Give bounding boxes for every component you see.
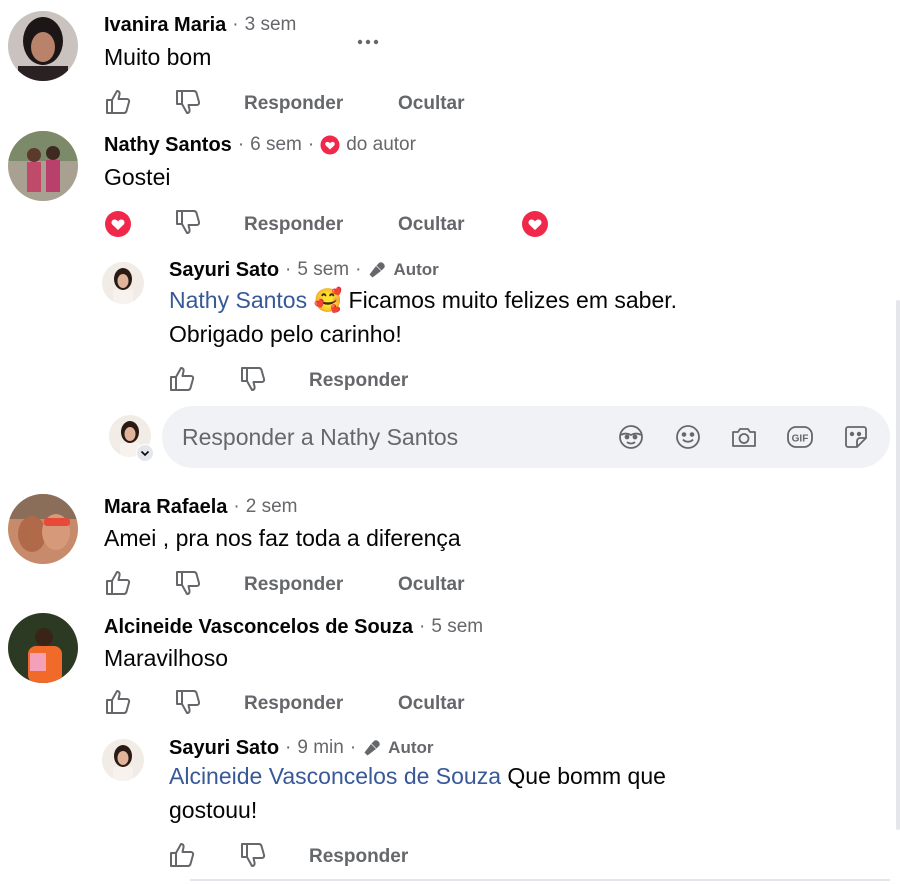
avatar-image [8, 494, 78, 564]
love-reaction-icon[interactable] [104, 210, 132, 238]
comment-text: Gostei [104, 164, 171, 190]
reply-header: Sayuri Sato · 9 min · Autor [169, 735, 434, 761]
author-role-badge: Autor [393, 260, 439, 279]
microphone-icon [362, 738, 382, 758]
reply-button[interactable]: Responder [244, 693, 343, 715]
dislike-icon[interactable] [239, 365, 267, 393]
avatar-sayuri-sato[interactable] [102, 739, 144, 781]
reply-button[interactable]: Responder [309, 846, 408, 868]
author-love-reaction-icon[interactable] [521, 210, 549, 238]
reply-text-line-1: Alcineide Vasconcelos de Souza Que bomm … [169, 763, 666, 790]
reply-input-box[interactable]: Responder a Nathy Santos GIF [162, 406, 890, 468]
comment-header: Mara Rafaela · 2 sem [104, 494, 297, 520]
comment-header: Ivanira Maria · 3 sem [104, 12, 296, 38]
comment-text: Muito bom [104, 44, 212, 70]
reply-button[interactable]: Responder [244, 214, 343, 236]
like-icon[interactable] [104, 88, 132, 116]
current-user-avatar[interactable] [108, 414, 154, 462]
avatar-mara-rafaela[interactable] [8, 494, 78, 564]
emoji-icon[interactable] [674, 423, 702, 451]
author-loved-badge: do autor [346, 134, 416, 155]
like-icon[interactable] [104, 688, 132, 716]
avatar-alcineide[interactable] [8, 613, 78, 683]
timestamp[interactable]: 5 sem [297, 259, 349, 281]
author-name[interactable]: Alcineide Vasconcelos de Souza [104, 616, 413, 639]
reply-button[interactable]: Responder [244, 574, 343, 596]
like-icon[interactable] [168, 841, 196, 869]
avatar-ivanira-maria[interactable] [8, 11, 78, 81]
divider [190, 879, 890, 881]
avatar-image [102, 262, 144, 304]
comment-text: Maravilhoso [104, 645, 228, 671]
author-name[interactable]: Sayuri Sato [169, 737, 279, 760]
dislike-icon[interactable] [174, 208, 202, 236]
like-icon[interactable] [168, 365, 196, 393]
dislike-icon[interactable] [174, 569, 202, 597]
timestamp[interactable]: 2 sem [246, 496, 298, 518]
author-name[interactable]: Mara Rafaela [104, 496, 227, 519]
reply-button[interactable]: Responder [244, 93, 343, 115]
scrollbar[interactable] [896, 300, 900, 830]
microphone-icon [367, 260, 387, 280]
gif-icon[interactable]: GIF [785, 423, 815, 451]
comment-header: Nathy Santos · 6 sem · do autor [104, 132, 416, 158]
avatar-image [8, 613, 78, 683]
author-name[interactable]: Sayuri Sato [169, 259, 279, 282]
dislike-icon[interactable] [174, 88, 202, 116]
hide-button[interactable]: Ocultar [398, 214, 465, 236]
mention-link[interactable]: Alcineide Vasconcelos de Souza [169, 763, 501, 789]
reply-text: Ficamos muito felizes em saber. [348, 287, 678, 313]
dislike-icon[interactable] [239, 841, 267, 869]
separator: · [232, 14, 239, 35]
author-name[interactable]: Nathy Santos [104, 134, 232, 157]
mention-link[interactable]: Nathy Santos [169, 287, 307, 313]
timestamp[interactable]: 6 sem [250, 134, 302, 156]
separator: · [285, 259, 292, 280]
separator: · [355, 259, 362, 280]
dislike-icon[interactable] [174, 688, 202, 716]
avatar-sticker-icon[interactable] [616, 423, 646, 451]
reply-text-line-1: Nathy Santos 🥰 Ficamos muito felizes em … [169, 287, 677, 314]
avatar-image [8, 11, 78, 81]
hide-button[interactable]: Ocultar [398, 93, 465, 115]
comment-text: Amei , pra nos faz toda a diferença [104, 525, 461, 551]
reply-text: Que bomm que [507, 763, 666, 789]
reply-input-placeholder[interactable]: Responder a Nathy Santos [182, 424, 458, 451]
reply-text-line-2: gostouu! [169, 797, 258, 823]
avatar-nathy-santos[interactable] [8, 131, 78, 201]
avatar-sayuri-sato[interactable] [102, 262, 144, 304]
like-icon[interactable] [104, 569, 132, 597]
hide-button[interactable]: Ocultar [398, 693, 465, 715]
reply-button[interactable]: Responder [309, 370, 408, 392]
avatar-image [102, 739, 144, 781]
author-loved-icon [320, 135, 340, 155]
author-name[interactable]: Ivanira Maria [104, 14, 226, 37]
timestamp[interactable]: 5 sem [431, 616, 483, 638]
author-role-badge: Autor [388, 738, 434, 757]
separator: · [349, 737, 357, 758]
chevron-down-icon[interactable] [136, 444, 154, 462]
reply-text-line-2: Obrigado pelo carinho! [169, 321, 402, 347]
separator: · [419, 616, 426, 637]
camera-icon[interactable] [729, 423, 759, 451]
timestamp[interactable]: 9 min [297, 737, 343, 759]
separator: · [307, 134, 315, 155]
more-options-icon[interactable] [355, 32, 381, 48]
sticker-icon[interactable] [842, 423, 870, 451]
avatar-image [8, 131, 78, 201]
comment-header: Alcineide Vasconcelos de Souza · 5 sem [104, 614, 483, 640]
timestamp[interactable]: 3 sem [245, 14, 297, 36]
svg-text:GIF: GIF [792, 434, 809, 445]
separator: · [285, 737, 292, 758]
hide-button[interactable]: Ocultar [398, 574, 465, 596]
smiling-hearts-emoji: 🥰 [313, 287, 343, 313]
reply-header: Sayuri Sato · 5 sem · Autor [169, 257, 439, 283]
separator: · [233, 496, 240, 517]
separator: · [237, 134, 245, 155]
